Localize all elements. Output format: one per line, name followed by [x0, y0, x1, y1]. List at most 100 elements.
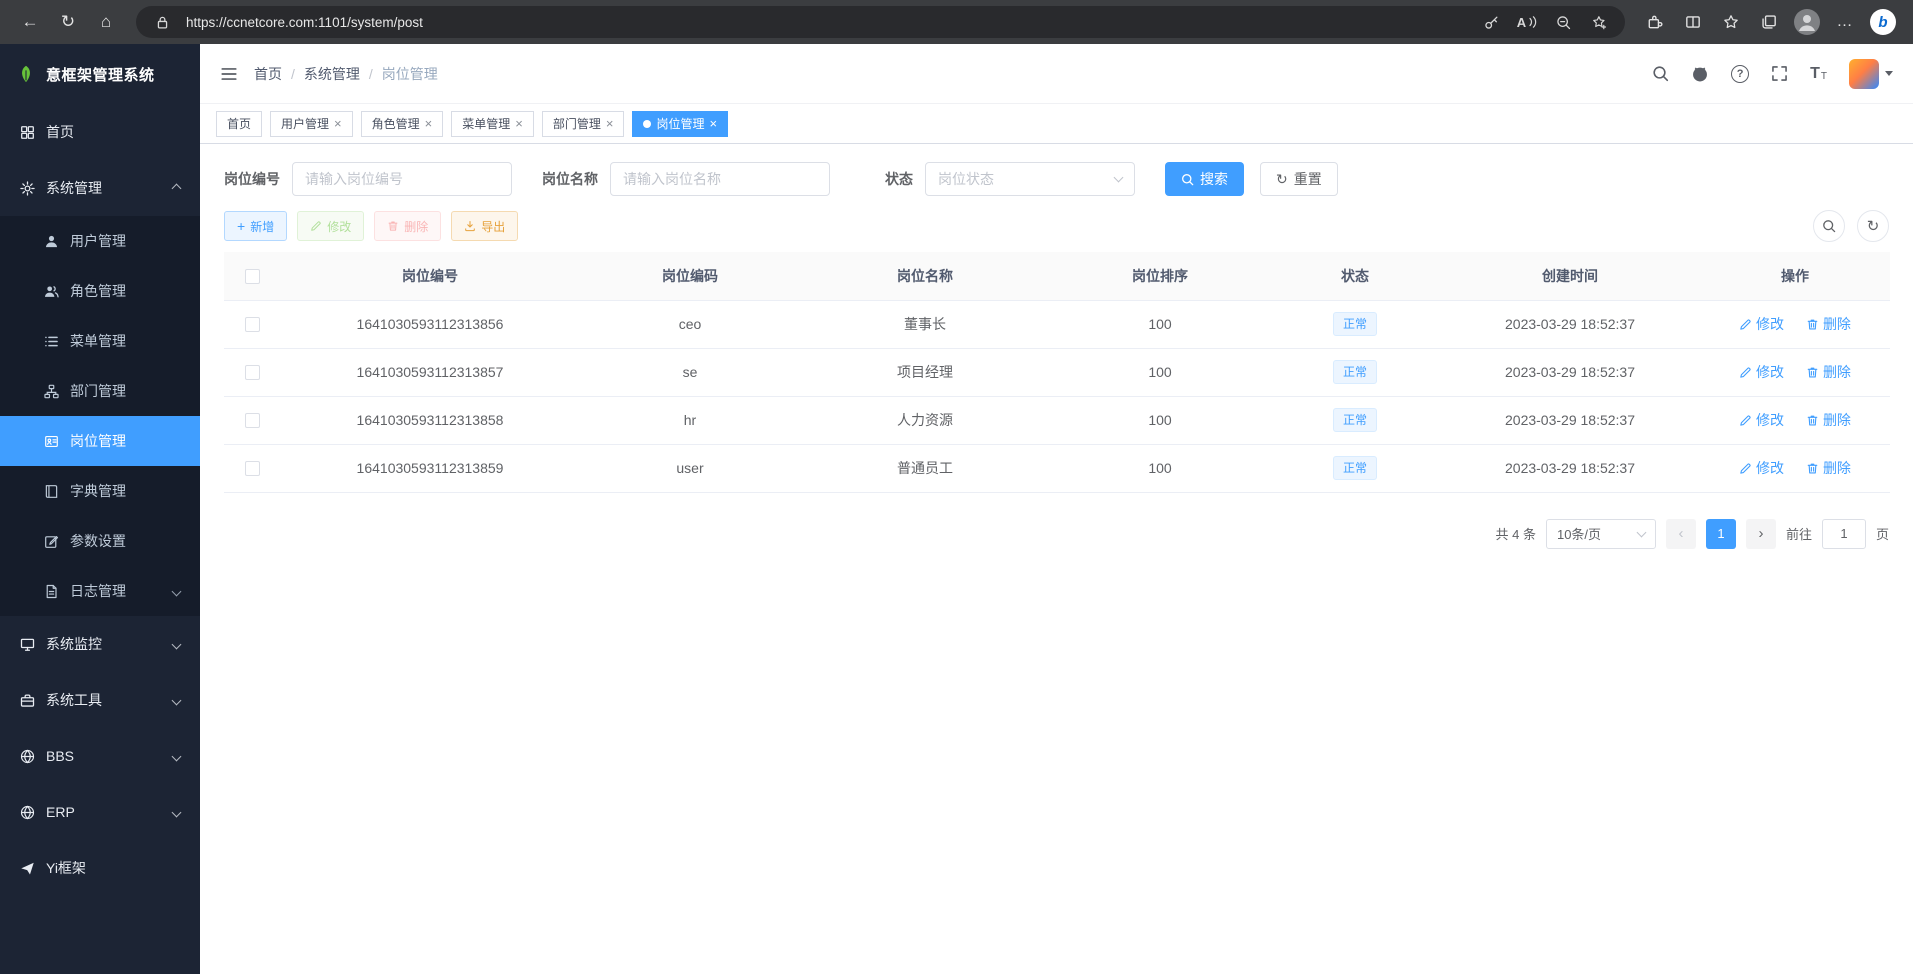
delete-button[interactable]: 删除	[374, 211, 441, 241]
sidebar-item-home[interactable]: 首页	[0, 104, 200, 160]
user-avatar-menu[interactable]	[1849, 59, 1893, 89]
close-icon[interactable]: ×	[425, 117, 433, 130]
edit-link-label: 修改	[1756, 362, 1784, 382]
breadcrumb-home[interactable]: 首页	[254, 64, 282, 84]
tab-post-mgmt[interactable]: 岗位管理×	[632, 111, 728, 137]
refresh-table-button[interactable]: ↻	[1857, 210, 1889, 242]
close-icon[interactable]: ×	[515, 117, 523, 130]
cell-post-id: 1641030593112313856	[280, 300, 580, 348]
tab-role-mgmt[interactable]: 角色管理×	[361, 111, 444, 137]
row-checkbox[interactable]	[245, 365, 260, 380]
add-favorite-icon[interactable]	[1585, 8, 1613, 36]
cell-created: 2023-03-29 18:52:37	[1440, 396, 1700, 444]
trash-icon	[1806, 414, 1819, 427]
cell-post-id: 1641030593112313859	[280, 444, 580, 492]
post-code-input[interactable]	[292, 162, 512, 196]
row-edit-link[interactable]: 修改	[1739, 362, 1784, 382]
reset-button[interactable]: ↻ 重置	[1260, 162, 1338, 196]
chevron-down-icon	[172, 807, 182, 817]
cell-created: 2023-03-29 18:52:37	[1440, 348, 1700, 396]
close-icon[interactable]: ×	[606, 117, 614, 130]
right-toolbar: ↻	[1813, 210, 1889, 242]
passwords-key-icon[interactable]	[1477, 8, 1505, 36]
search-button[interactable]: 搜索	[1165, 162, 1244, 196]
delete-link-label: 删除	[1823, 410, 1851, 430]
bing-circle: b	[1870, 9, 1896, 35]
prev-page-button[interactable]: ‹	[1666, 519, 1696, 549]
row-delete-link[interactable]: 删除	[1806, 362, 1851, 382]
sidebar-subitem-user-mgmt[interactable]: 用户管理	[0, 216, 200, 266]
sidebar-item-system-mgmt[interactable]: 系统管理	[0, 160, 200, 216]
tab-home[interactable]: 首页	[216, 111, 262, 137]
sidebar-toggle-icon[interactable]	[220, 66, 238, 82]
leaf-icon	[16, 64, 36, 84]
text-size-icon[interactable]: TT	[1810, 66, 1827, 82]
goto-page-input[interactable]	[1822, 519, 1866, 549]
page-number-1[interactable]: 1	[1706, 519, 1736, 549]
edit-button[interactable]: 修改	[297, 211, 364, 241]
post-name-input[interactable]	[610, 162, 830, 196]
split-screen-icon[interactable]	[1675, 4, 1711, 40]
edit-icon	[1739, 366, 1752, 379]
next-page-button[interactable]: ›	[1746, 519, 1776, 549]
tab-user-mgmt[interactable]: 用户管理×	[270, 111, 353, 137]
help-icon[interactable]: ?	[1731, 65, 1749, 83]
fullscreen-icon[interactable]	[1771, 65, 1788, 82]
sidebar-subitem-role-mgmt[interactable]: 角色管理	[0, 266, 200, 316]
extensions-icon[interactable]	[1637, 4, 1673, 40]
tab-dept-mgmt[interactable]: 部门管理×	[542, 111, 625, 137]
row-checkbox[interactable]	[245, 317, 260, 332]
tab-menu-mgmt[interactable]: 菜单管理×	[451, 111, 534, 137]
select-all-checkbox[interactable]	[245, 269, 260, 284]
sidebar-subitem-post-mgmt[interactable]: 岗位管理	[0, 416, 200, 466]
browser-home-button[interactable]: ⌂	[88, 4, 124, 40]
row-checkbox[interactable]	[245, 461, 260, 476]
trash-icon	[1806, 318, 1819, 331]
page-size-select[interactable]: 10条/页	[1546, 519, 1656, 549]
browser-back-button[interactable]: ←	[12, 4, 48, 40]
toggle-search-button[interactable]	[1813, 210, 1845, 242]
sidebar-item-system-tools[interactable]: 系统工具	[0, 672, 200, 728]
row-delete-link[interactable]: 删除	[1806, 458, 1851, 478]
close-icon[interactable]: ×	[334, 117, 342, 130]
github-icon[interactable]	[1691, 65, 1709, 83]
row-delete-link[interactable]: 删除	[1806, 314, 1851, 334]
row-edit-link[interactable]: 修改	[1739, 314, 1784, 334]
read-aloud-icon[interactable]: A	[1513, 8, 1541, 36]
sidebar-label-monitor: 系统监控	[46, 634, 102, 654]
header-search-icon[interactable]	[1652, 65, 1669, 82]
breadcrumb-system-mgmt[interactable]: 系统管理	[304, 64, 360, 84]
row-edit-link[interactable]: 修改	[1739, 410, 1784, 430]
sidebar-subitem-param-settings[interactable]: 参数设置	[0, 516, 200, 566]
sidebar-subitem-log-mgmt[interactable]: 日志管理	[0, 566, 200, 616]
export-button[interactable]: 导出	[451, 211, 518, 241]
add-button[interactable]: + 新增	[224, 211, 287, 241]
bing-icon[interactable]: b	[1865, 4, 1901, 40]
close-icon[interactable]: ×	[709, 117, 717, 130]
sidebar-item-system-monitor[interactable]: 系统监控	[0, 616, 200, 672]
status-select[interactable]: 岗位状态	[925, 162, 1135, 196]
more-menu-icon[interactable]: …	[1827, 4, 1863, 40]
row-delete-link[interactable]: 删除	[1806, 410, 1851, 430]
sidebar-item-bbs[interactable]: BBS	[0, 728, 200, 784]
cell-actions: 修改 删除	[1700, 348, 1890, 396]
sidebar-subitem-dict-mgmt[interactable]: 字典管理	[0, 466, 200, 516]
url-input[interactable]	[184, 14, 1469, 31]
sidebar-item-yi-framework[interactable]: Yi框架	[0, 840, 200, 896]
sidebar-subitem-menu-mgmt[interactable]: 菜单管理	[0, 316, 200, 366]
row-edit-link[interactable]: 修改	[1739, 458, 1784, 478]
system-submenu: 用户管理 角色管理 菜单管理 部门管理 岗位管理	[0, 216, 200, 616]
browser-profile-avatar[interactable]	[1789, 4, 1825, 40]
address-bar[interactable]: A	[136, 6, 1625, 38]
user-avatar[interactable]	[1849, 59, 1879, 89]
favorites-icon[interactable]	[1713, 4, 1749, 40]
sidebar-item-erp[interactable]: ERP	[0, 784, 200, 840]
collections-icon[interactable]	[1751, 4, 1787, 40]
zoom-out-icon[interactable]	[1549, 8, 1577, 36]
filter-bar: 岗位编号 岗位名称 状态 岗位状态 搜索 ↻ 重置	[224, 162, 1889, 196]
column-header-status: 状态	[1270, 252, 1440, 300]
browser-refresh-button[interactable]: ↻	[50, 4, 86, 40]
sidebar-label-post-mgmt: 岗位管理	[70, 431, 126, 451]
sidebar-subitem-dept-mgmt[interactable]: 部门管理	[0, 366, 200, 416]
row-checkbox[interactable]	[245, 413, 260, 428]
